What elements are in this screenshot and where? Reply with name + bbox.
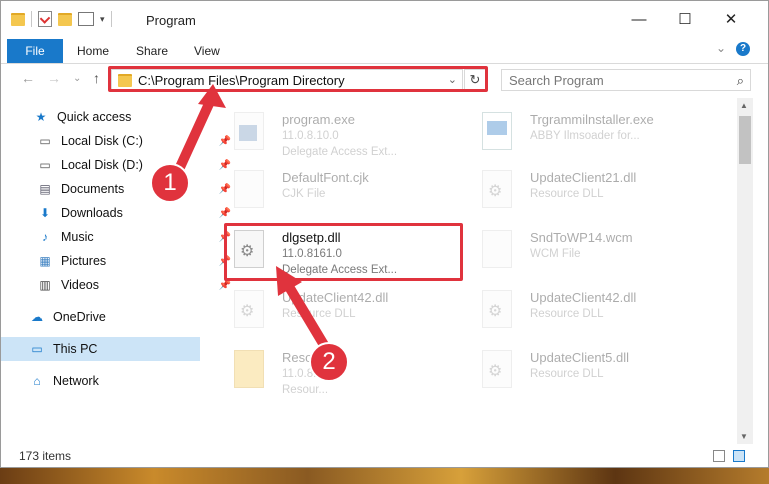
annotation-arrows — [171, 84, 335, 360]
step-1-badge: 1 — [150, 163, 190, 203]
step-2-badge: 2 — [309, 342, 349, 382]
arrow-to-address-bar — [171, 90, 218, 181]
arrow-head-1 — [198, 84, 226, 108]
